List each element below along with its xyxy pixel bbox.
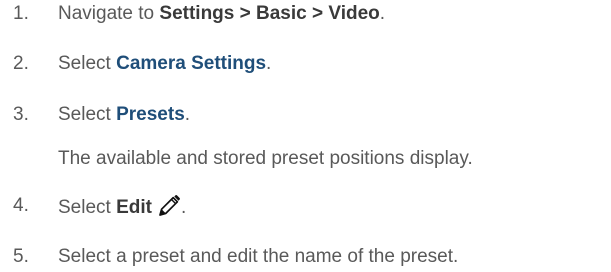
step-suffix: . xyxy=(180,197,187,218)
step-suffix: . xyxy=(184,104,191,125)
step-number: 1. xyxy=(13,3,29,24)
step-text: Select a preset and edit the name of the… xyxy=(58,246,459,267)
step-text: Select Camera Settings. xyxy=(58,52,271,76)
step-prefix: Select xyxy=(58,53,117,74)
step-prefix: Navigate to xyxy=(58,3,160,24)
step-number: 4. xyxy=(13,195,29,216)
step-prefix: Select xyxy=(58,104,117,125)
step-suffix: . xyxy=(266,53,272,74)
step-prefix: Select xyxy=(58,197,117,218)
step-text: Select Edit . xyxy=(58,194,186,220)
edit-label: Edit xyxy=(116,197,152,218)
step-number: 3. xyxy=(13,104,29,125)
step-text: Navigate to Settings > Basic > Video. xyxy=(58,2,385,26)
step-text: Select Presets. xyxy=(58,103,190,127)
step-number: 2. xyxy=(13,53,29,74)
menu-path: Settings > Basic > Video xyxy=(159,3,380,24)
camera-settings-label: Camera Settings xyxy=(116,53,267,74)
note-text: The available and stored preset position… xyxy=(58,148,473,169)
pencil-edit-icon xyxy=(157,194,181,218)
step-number: 5. xyxy=(13,246,29,267)
step-suffix: . xyxy=(379,3,386,24)
presets-label: Presets xyxy=(116,104,185,125)
